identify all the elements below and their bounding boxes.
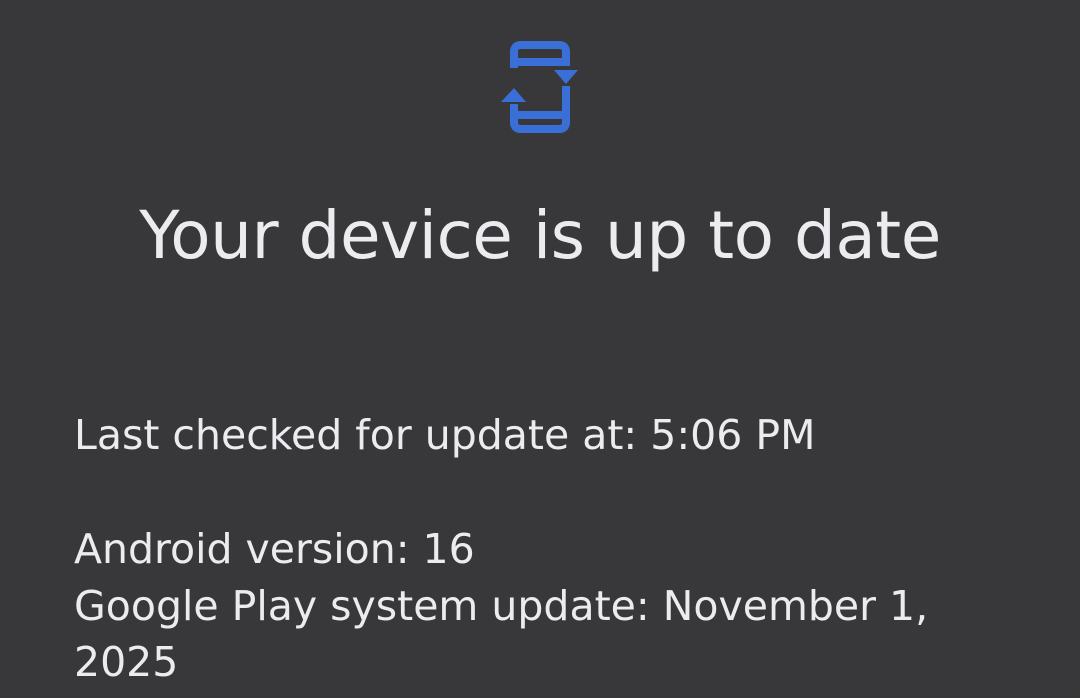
status-title: Your device is up to date — [139, 197, 941, 274]
google-play-system-update-text: Google Play system update: November 1, 2… — [74, 582, 929, 686]
last-checked-text: Last checked for update at: 5:06 PM — [74, 411, 816, 459]
system-update-icon — [501, 41, 578, 133]
android-version-text: Android version: 16 — [74, 525, 475, 573]
